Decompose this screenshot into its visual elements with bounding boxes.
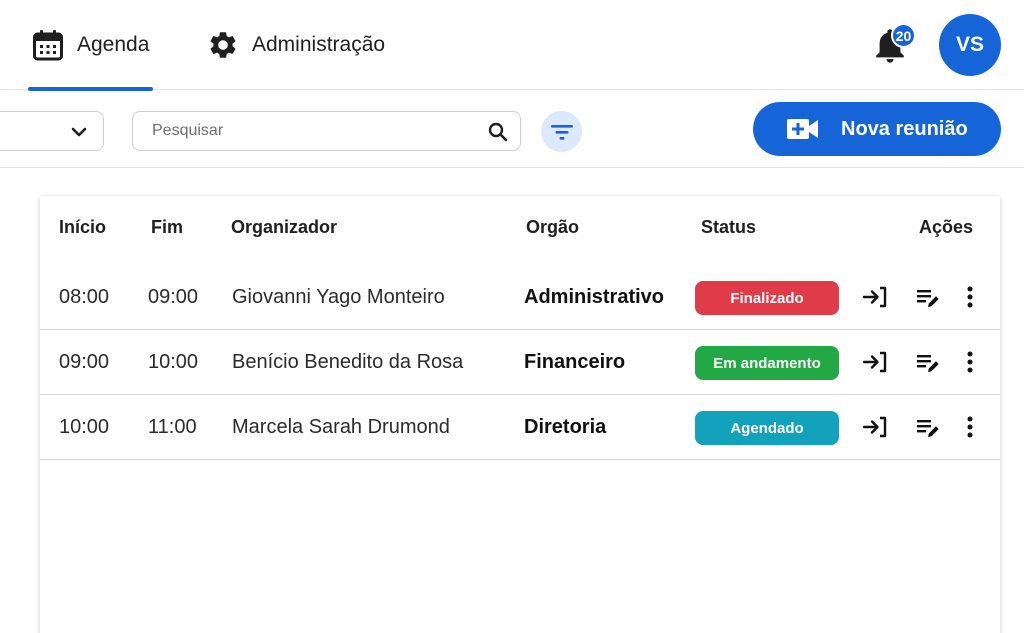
header-status: Status (701, 217, 757, 237)
end-time: 09:00 (148, 286, 199, 308)
search-box (132, 111, 521, 151)
start-time: 09:00 (59, 351, 110, 373)
tab-agenda[interactable]: Agenda (28, 0, 153, 91)
table-header: Início Fim Organizador Orgão Status Açõe… (40, 196, 1000, 260)
meetings-table: Início Fim Organizador Orgão Status Açõe… (40, 196, 1000, 633)
edit-notes-icon[interactable] (916, 414, 942, 440)
end-time: 10:00 (148, 351, 199, 373)
join-meeting-icon[interactable] (862, 414, 888, 440)
table-row: 09:00 10:00 Benício Benedito da Rosa Fin… (40, 329, 1000, 395)
new-meeting-label: Nova reunião (841, 118, 968, 140)
top-navigation: Agenda Administração 20 VS (0, 0, 1024, 91)
filter-icon (550, 124, 573, 140)
status-badge: Agendado (695, 411, 839, 445)
notification-count-badge: 20 (891, 23, 916, 48)
edit-notes-icon[interactable] (916, 284, 942, 310)
chevron-down-icon (69, 122, 89, 142)
table-row: 08:00 09:00 Giovanni Yago Monteiro Admin… (40, 264, 1000, 330)
header-actions: Ações (919, 217, 974, 237)
more-options-icon[interactable] (957, 284, 983, 310)
search-icon[interactable] (487, 121, 509, 143)
department: Diretoria (524, 416, 607, 438)
join-meeting-icon[interactable] (862, 284, 888, 310)
new-meeting-button[interactable]: Nova reunião (753, 102, 1001, 156)
tab-agenda-label: Agenda (77, 33, 150, 56)
header-organizer: Organizador (231, 217, 338, 237)
video-add-icon (786, 116, 820, 142)
more-options-icon[interactable] (957, 349, 983, 375)
status-badge: Em andamento (695, 346, 839, 380)
join-meeting-icon[interactable] (862, 349, 888, 375)
filter-button[interactable] (541, 111, 582, 152)
start-time: 10:00 (59, 416, 110, 438)
end-time: 11:00 (148, 416, 197, 438)
more-options-icon[interactable] (957, 414, 983, 440)
gear-icon (207, 29, 239, 61)
edit-notes-icon[interactable] (916, 349, 942, 375)
organizer-name: Marcela Sarah Drumond (232, 416, 450, 438)
filter-select[interactable] (0, 111, 104, 151)
organizer-name: Giovanni Yago Monteiro (232, 286, 445, 308)
start-time: 08:00 (59, 286, 110, 308)
tab-administracao-label: Administração (252, 33, 386, 56)
header-end: Fim (151, 217, 184, 237)
department: Financeiro (524, 351, 626, 373)
status-badge: Finalizado (695, 281, 839, 315)
search-input[interactable] (133, 112, 473, 150)
header-start: Início (59, 217, 107, 237)
table-row: 10:00 11:00 Marcela Sarah Drumond Direto… (40, 394, 1000, 460)
department: Administrativo (524, 286, 665, 308)
user-avatar[interactable]: VS (939, 14, 1001, 76)
header-department: Orgão (526, 217, 580, 237)
organizer-name: Benício Benedito da Rosa (232, 351, 464, 373)
tab-administracao[interactable]: Administração (207, 0, 385, 90)
calendar-icon (32, 29, 64, 61)
toolbar: Nova reunião (0, 90, 1024, 168)
